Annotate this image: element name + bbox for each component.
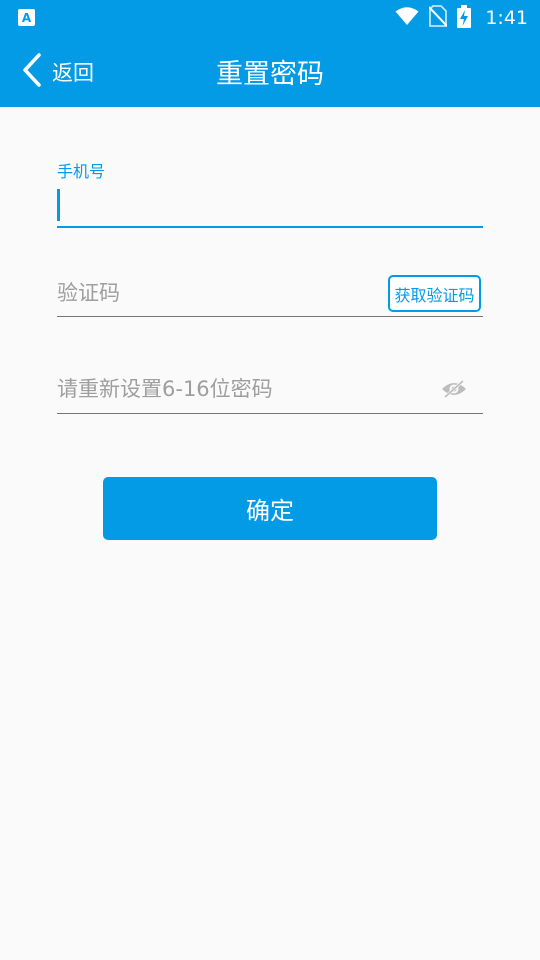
back-label: 返回 [52, 61, 94, 85]
verification-code-input[interactable] [57, 270, 377, 316]
get-verification-code-button[interactable]: 获取验证码 [388, 275, 481, 312]
eye-hidden-icon[interactable] [441, 378, 467, 400]
app-bar: 返回 重置密码 [0, 36, 540, 107]
phone-field[interactable] [57, 186, 483, 228]
battery-charging-icon [457, 4, 472, 32]
back-button[interactable]: 返回 [22, 50, 94, 94]
status-bar: A 1:41 [0, 0, 540, 36]
phone-input[interactable] [57, 186, 477, 226]
app-notification-icon: A [18, 9, 35, 26]
verification-code-field[interactable]: 获取验证码 [57, 270, 483, 317]
chevron-left-icon [22, 53, 42, 91]
phone-field-label: 手机号 [57, 162, 106, 181]
no-sim-icon [428, 5, 449, 31]
status-time: 1:41 [485, 7, 528, 29]
new-password-input[interactable] [57, 364, 427, 413]
wifi-icon [395, 6, 419, 30]
confirm-button[interactable]: 确定 [103, 477, 437, 540]
status-icons: 1:41 [395, 0, 528, 36]
new-password-field[interactable] [57, 364, 483, 414]
